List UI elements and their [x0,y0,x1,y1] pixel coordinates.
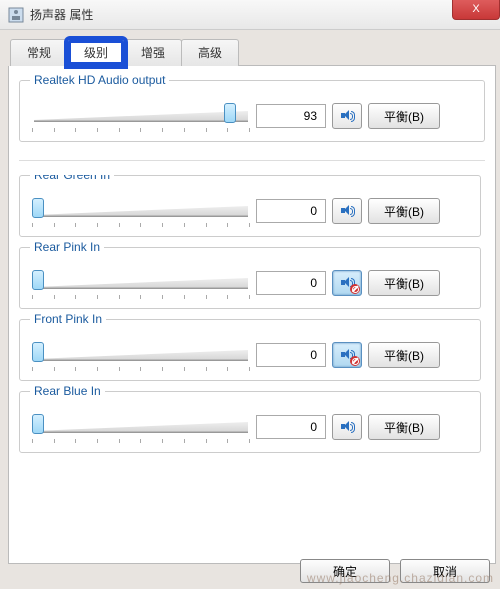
tab-panel-levels: Realtek HD Audio output 93 平衡(B) Rear Gr… [8,66,496,564]
group-input: Rear Green In 0 平衡(B) [19,175,481,237]
balance-button[interactable]: 平衡(B) [368,270,440,296]
speaker-icon [339,203,355,219]
mute-button[interactable] [332,414,362,440]
volume-value[interactable]: 0 [256,271,326,295]
volume-slider[interactable] [32,200,250,222]
tab-strip: 常规 级别 增强 高级 [10,38,496,66]
mute-button[interactable] [332,342,362,368]
balance-button-main[interactable]: 平衡(B) [368,103,440,129]
balance-button[interactable]: 平衡(B) [368,342,440,368]
mute-button[interactable] [332,270,362,296]
inputs-scroll-area[interactable]: Rear Green In 0 平衡(B) Rear Pink In [19,175,485,485]
tab-levels[interactable]: 级别 [67,39,125,66]
volume-slider-main[interactable] [32,105,250,127]
muted-icon [350,284,360,294]
muted-icon [350,356,360,366]
volume-slider[interactable] [32,416,250,438]
group-label: Rear Pink In [30,240,104,254]
group-main-output: Realtek HD Audio output 93 平衡(B) [19,80,485,142]
separator [19,160,485,161]
mute-button-main[interactable] [332,103,362,129]
tab-enhancements[interactable]: 增强 [124,39,182,66]
group-label: Rear Green In [30,175,114,182]
balance-button[interactable]: 平衡(B) [368,198,440,224]
volume-value[interactable]: 0 [256,415,326,439]
speaker-icon [339,419,355,435]
group-input: Rear Blue In 0 平衡(B) [19,391,481,453]
group-input: Front Pink In 0 平衡(B) [19,319,481,381]
speaker-window-icon [8,7,24,23]
tab-advanced[interactable]: 高级 [181,39,239,66]
speaker-icon [339,108,355,124]
dialog-button-bar: 确定 取消 [300,559,490,583]
cancel-button[interactable]: 取消 [400,559,490,583]
close-button[interactable]: X [452,0,500,20]
group-label: Realtek HD Audio output [30,73,169,87]
volume-slider[interactable] [32,272,250,294]
volume-value[interactable]: 0 [256,199,326,223]
tab-general[interactable]: 常规 [10,39,68,66]
volume-value[interactable]: 0 [256,343,326,367]
volume-slider[interactable] [32,344,250,366]
window-title: 扬声器 属性 [30,6,93,23]
group-label: Rear Blue In [30,384,105,398]
group-input: Rear Pink In 0 平衡(B) [19,247,481,309]
balance-button[interactable]: 平衡(B) [368,414,440,440]
mute-button[interactable] [332,198,362,224]
volume-value-main[interactable]: 93 [256,104,326,128]
ok-button[interactable]: 确定 [300,559,390,583]
titlebar: 扬声器 属性 X [0,0,500,30]
group-label: Front Pink In [30,312,106,326]
